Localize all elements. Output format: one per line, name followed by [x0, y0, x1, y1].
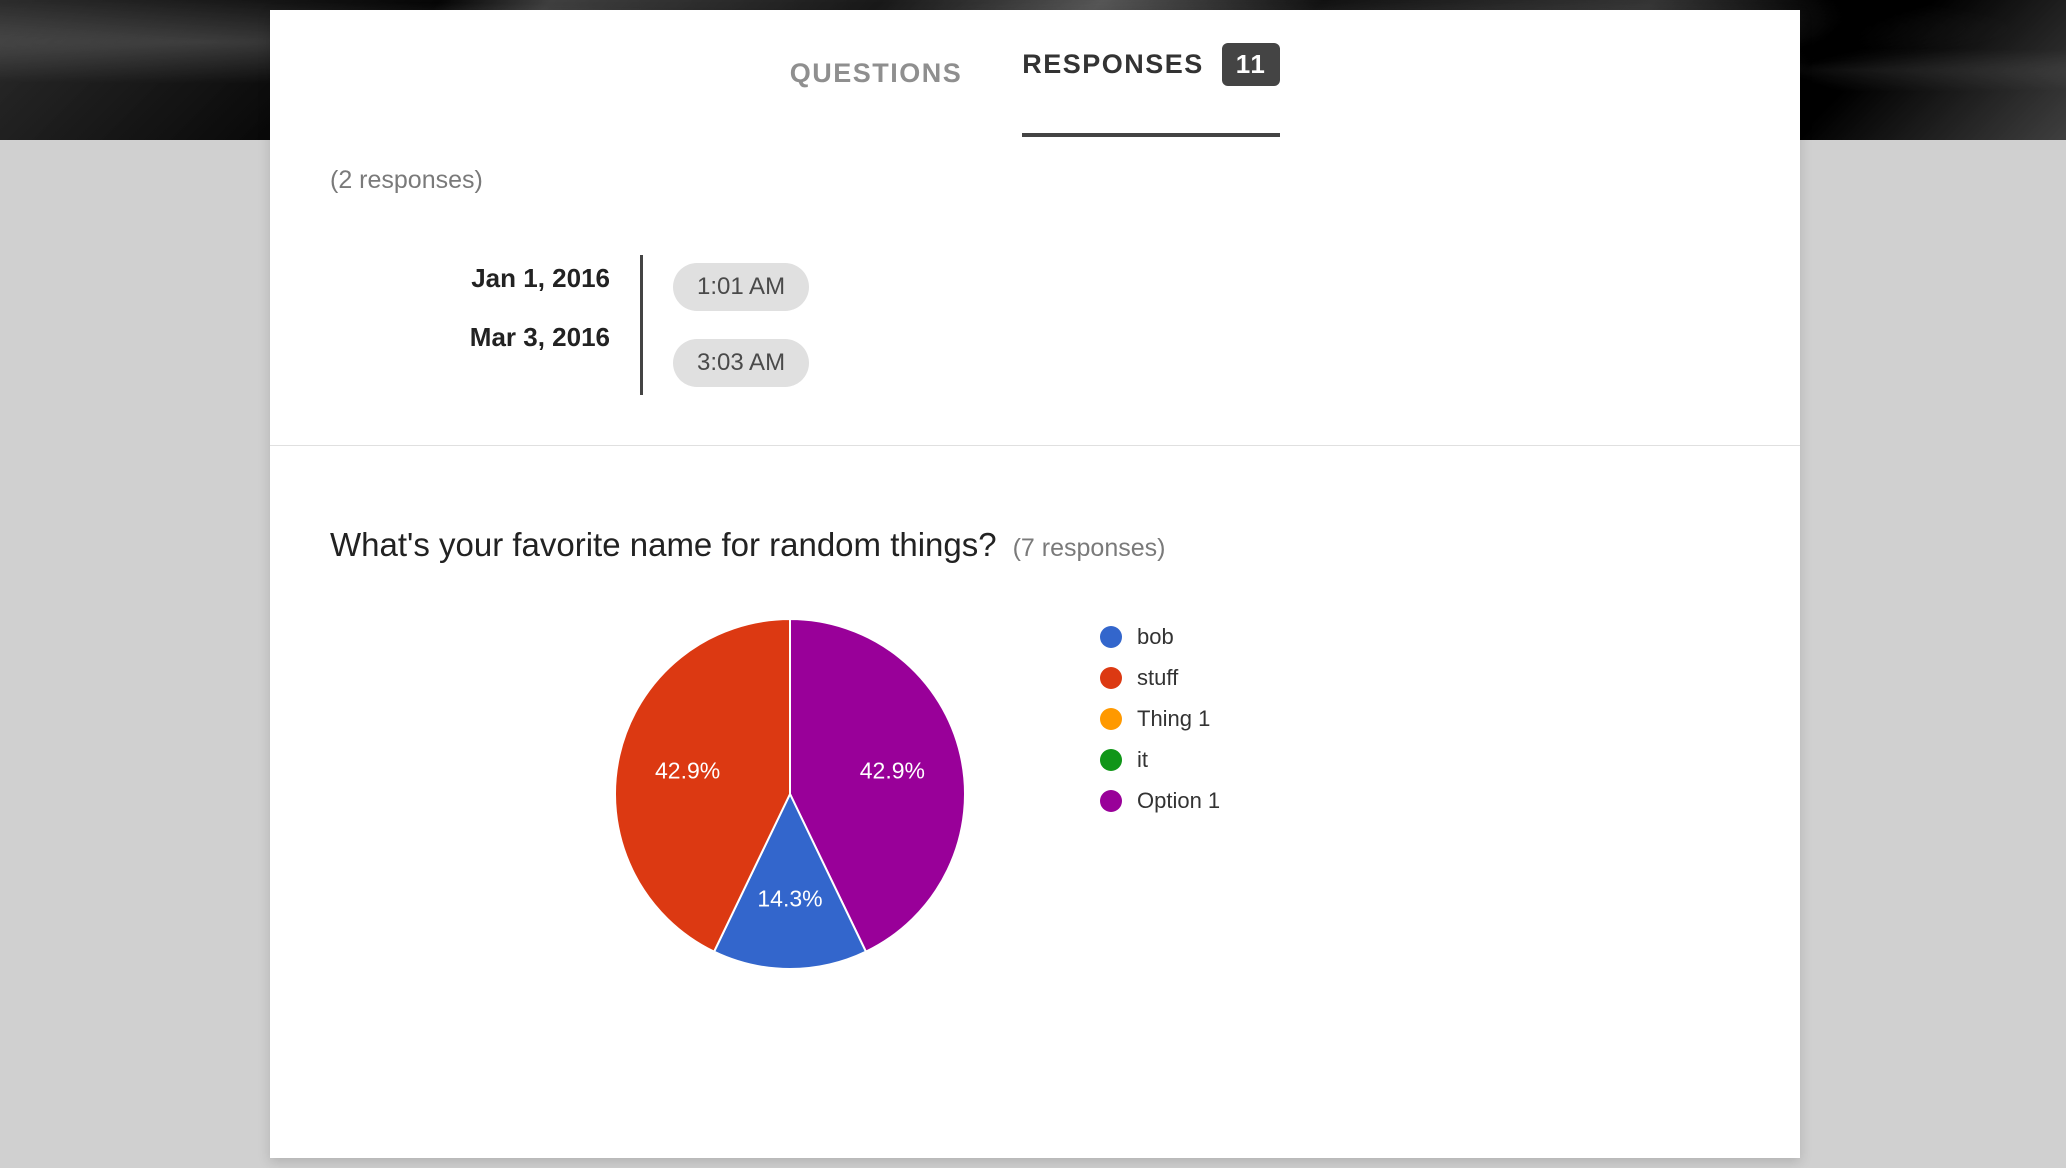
- divider-vertical: [640, 255, 643, 395]
- date-rows: Jan 1, 2016 Mar 3, 2016 1:01 AM 3:03 AM: [330, 255, 1740, 395]
- legend-item[interactable]: it: [1100, 747, 1220, 773]
- question-title: What's your favorite name for random thi…: [330, 526, 997, 564]
- time-chip: 1:01 AM: [673, 263, 809, 311]
- pie-slice-label: 14.3%: [757, 886, 822, 913]
- tab-questions-label: QUESTIONS: [790, 58, 963, 89]
- responses-card: QUESTIONS RESPONSES 11 (2 responses) Jan…: [270, 10, 1800, 1158]
- chart-area: 42.9% 14.3% 42.9% bob stuff Thing 1 it Option …: [330, 614, 1740, 979]
- tabs: QUESTIONS RESPONSES 11: [270, 10, 1800, 136]
- legend-label: Thing 1: [1137, 706, 1210, 732]
- legend-item[interactable]: Option 1: [1100, 788, 1220, 814]
- pie-chart: 42.9% 14.3% 42.9%: [610, 614, 970, 979]
- legend-label: stuff: [1137, 665, 1178, 691]
- tab-questions[interactable]: QUESTIONS: [790, 28, 963, 119]
- tab-responses-label: RESPONSES: [1022, 49, 1204, 80]
- legend-dot: [1100, 749, 1122, 771]
- time-chip: 3:03 AM: [673, 339, 809, 387]
- legend-dot: [1100, 667, 1122, 689]
- question-header: What's your favorite name for random thi…: [330, 526, 1740, 564]
- legend-dot: [1100, 626, 1122, 648]
- legend-dot: [1100, 790, 1122, 812]
- question-count: (7 responses): [1013, 534, 1166, 563]
- responses-count-badge: 11: [1222, 43, 1281, 86]
- legend-label: it: [1137, 747, 1148, 773]
- section-date-responses: (2 responses) Jan 1, 2016 Mar 3, 2016 1:…: [270, 136, 1800, 446]
- section1-count: (2 responses): [330, 166, 1740, 195]
- legend-label: Option 1: [1137, 788, 1220, 814]
- legend-item[interactable]: stuff: [1100, 665, 1220, 691]
- legend-item[interactable]: Thing 1: [1100, 706, 1220, 732]
- section-pie-question: What's your favorite name for random thi…: [270, 446, 1800, 1019]
- tab-responses[interactable]: RESPONSES 11: [1022, 13, 1280, 137]
- pie-slice-label: 42.9%: [860, 757, 925, 784]
- date-label: Jan 1, 2016: [380, 263, 640, 294]
- legend-item[interactable]: bob: [1100, 624, 1220, 650]
- date-label: Mar 3, 2016: [380, 322, 640, 353]
- legend: bob stuff Thing 1 it Option 1: [1100, 614, 1220, 814]
- legend-label: bob: [1137, 624, 1174, 650]
- pie-slice-label: 42.9%: [655, 757, 720, 784]
- legend-dot: [1100, 708, 1122, 730]
